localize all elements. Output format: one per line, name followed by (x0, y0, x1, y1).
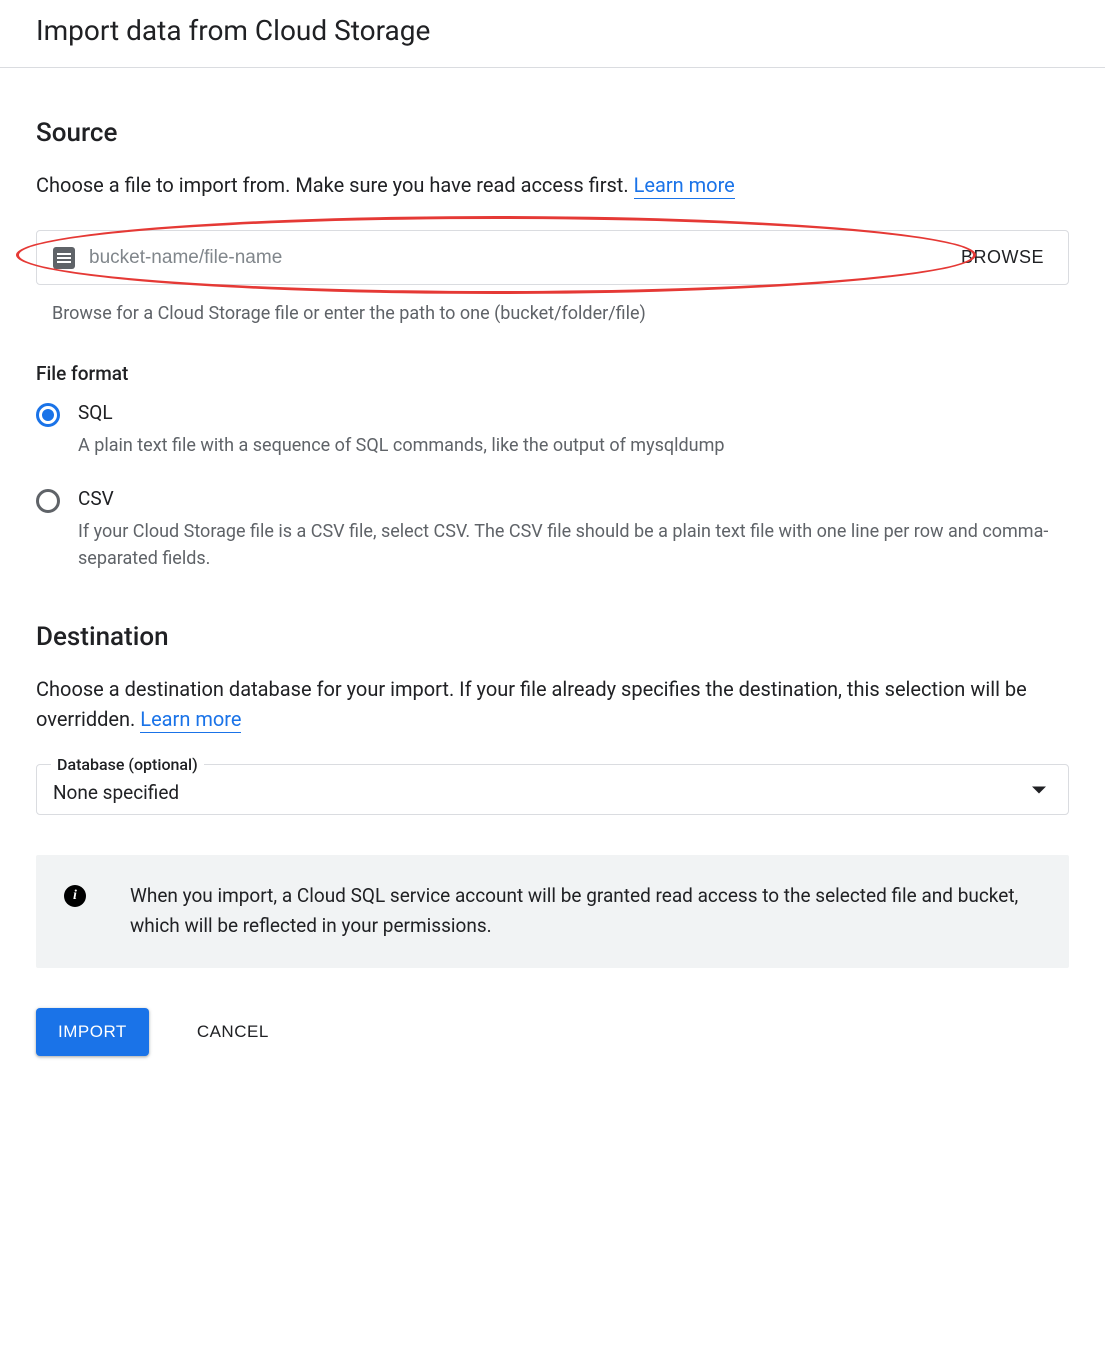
database-select-label: Database (optional) (51, 755, 204, 774)
title-bar: Import data from Cloud Storage (0, 0, 1105, 68)
info-note: i When you import, a Cloud SQL service a… (36, 855, 1069, 968)
browse-button[interactable]: BROWSE (953, 243, 1052, 272)
file-format-option-csv[interactable]: CSV If your Cloud Storage file is a CSV … (36, 487, 1069, 572)
radio-csv-label: CSV (78, 487, 1069, 510)
source-description: Choose a file to import from. Make sure … (36, 170, 1069, 200)
file-icon (53, 247, 75, 269)
source-desc-text: Choose a file to import from. Make sure … (36, 173, 634, 197)
source-heading: Source (36, 118, 1069, 148)
import-button[interactable]: IMPORT (36, 1008, 149, 1056)
destination-learn-more-link[interactable]: Learn more (140, 707, 241, 733)
file-format-heading: File format (36, 362, 1069, 385)
radio-sql-label: SQL (78, 401, 1069, 424)
radio-sql-desc: A plain text file with a sequence of SQL… (78, 432, 1069, 459)
button-row: IMPORT CANCEL (36, 1008, 1069, 1056)
page-title: Import data from Cloud Storage (36, 14, 1069, 47)
database-select[interactable]: Database (optional) None specified (36, 764, 1069, 815)
source-helper-text: Browse for a Cloud Storage file or enter… (52, 303, 1069, 324)
radio-csv-desc: If your Cloud Storage file is a CSV file… (78, 518, 1069, 572)
destination-description: Choose a destination database for your i… (36, 674, 1069, 734)
database-select-value: None specified (53, 781, 179, 804)
source-learn-more-link[interactable]: Learn more (634, 173, 735, 199)
destination-heading: Destination (36, 622, 1069, 652)
chevron-down-icon (1032, 786, 1046, 793)
source-file-field[interactable]: BROWSE (36, 230, 1069, 285)
source-file-input[interactable] (89, 247, 953, 269)
file-format-option-sql[interactable]: SQL A plain text file with a sequence of… (36, 401, 1069, 459)
info-icon: i (64, 885, 86, 907)
info-text: When you import, a Cloud SQL service acc… (130, 881, 1041, 942)
radio-sql[interactable] (36, 403, 60, 427)
radio-csv[interactable] (36, 489, 60, 513)
cancel-button[interactable]: CANCEL (189, 1008, 277, 1056)
